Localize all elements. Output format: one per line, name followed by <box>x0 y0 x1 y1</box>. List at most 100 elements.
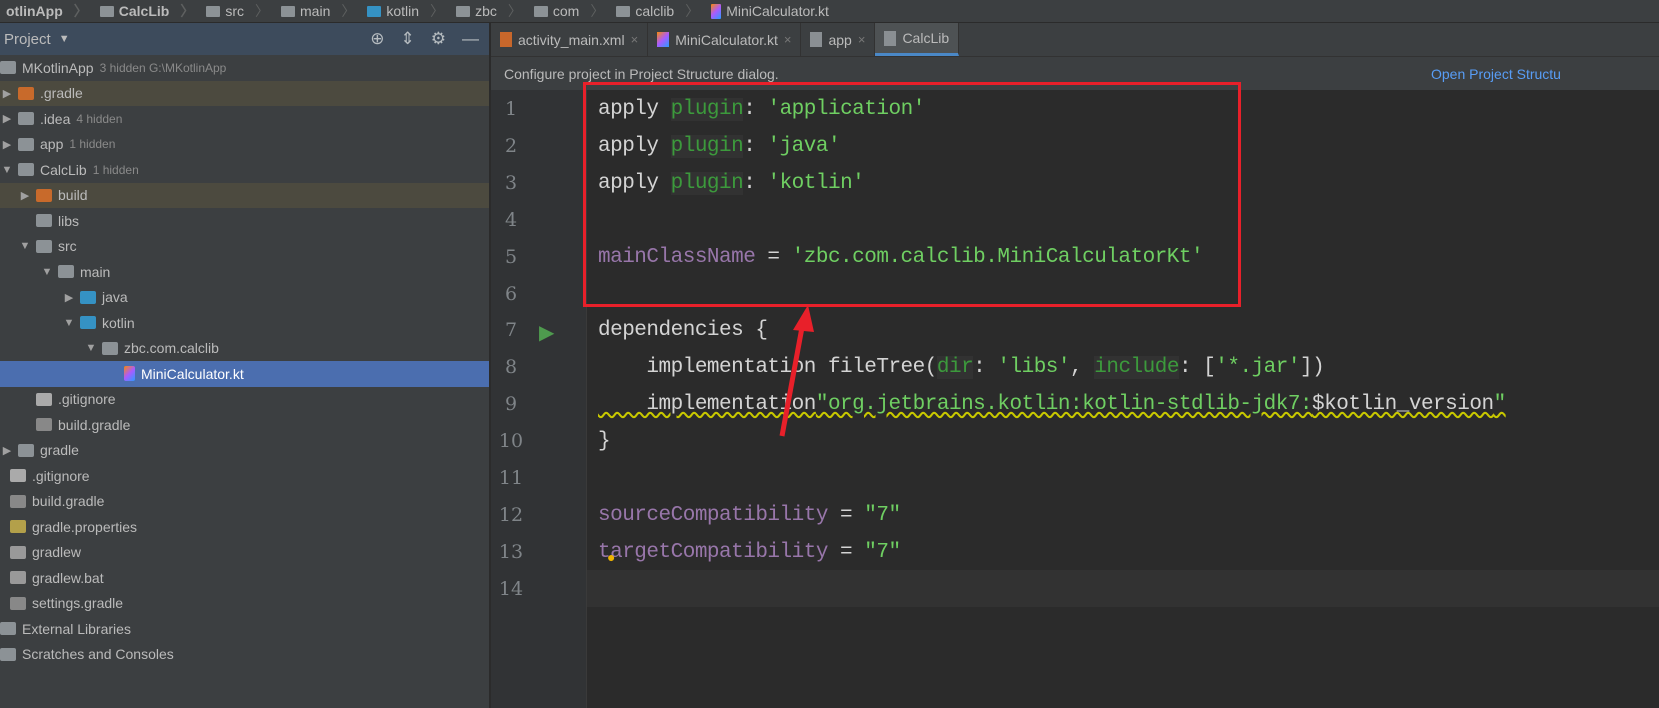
tree-item[interactable]: ▼ CalcLib 1 hidden <box>0 157 489 183</box>
close-icon[interactable]: × <box>631 32 639 47</box>
breadcrumb: otlinApp 〉 CalcLib 〉 src 〉 main 〉 kotlin 〉 zbc 〉 com… <box>0 0 1659 23</box>
tree-item-label: libs <box>58 212 80 229</box>
code-token: dir <box>936 356 974 380</box>
tree-item[interactable]: ▶ .idea 4 hidden <box>0 106 489 132</box>
tree-item-hint: 3 hidden G:\MKotlinApp <box>99 60 227 75</box>
tree-item[interactable]: .gitignore <box>0 387 489 413</box>
tree-item[interactable]: ▼ main <box>0 259 489 285</box>
expand-arrow-icon[interactable]: ▶ <box>0 112 14 125</box>
tree-item-label: zbc.com.calclib <box>124 340 219 357</box>
folder-icon <box>18 443 34 457</box>
folder-icon <box>102 341 118 355</box>
expand-arrow-icon[interactable]: ▼ <box>62 317 76 329</box>
expand-arrow-icon[interactable]: ▼ <box>0 164 14 176</box>
expand-arrow-icon[interactable]: ▼ <box>18 240 32 252</box>
tree-item[interactable]: gradle.properties <box>0 514 489 540</box>
code-line[interactable]: dependencies { <box>598 319 768 342</box>
tree-item[interactable]: Scratches and Consoles <box>0 642 489 668</box>
code-token: implementation fileTree( <box>598 356 937 380</box>
tab-activity_main-xml[interactable]: activity_main.xml × <box>491 23 649 56</box>
bulb-icon[interactable]: ● <box>607 549 615 565</box>
breadcrumb-item[interactable]: MiniCalculator.kt <box>705 3 835 19</box>
tree-item[interactable]: ▼ src <box>0 234 489 260</box>
collapse-all-icon[interactable]: ⇕ <box>401 29 415 49</box>
tree-item[interactable]: MiniCalculator.kt <box>0 361 489 387</box>
tree-item[interactable]: gradlew <box>0 540 489 566</box>
blue-icon <box>80 316 96 330</box>
tree-item[interactable]: ▶ gradle <box>0 438 489 464</box>
code-line[interactable]: implementation"org.jetbrains.kotlin:kotl… <box>598 393 1506 416</box>
tree-item[interactable]: MKotlinApp 3 hidden G:\MKotlinApp <box>0 55 489 81</box>
line-number: 10 <box>498 430 524 453</box>
props-icon <box>10 520 26 534</box>
tree-item-label: gradle.properties <box>32 518 138 535</box>
tree-item[interactable]: build.gradle <box>0 489 489 515</box>
chevron-down-icon[interactable]: ▼ <box>59 33 70 45</box>
project-view-selector[interactable]: Project <box>4 31 51 48</box>
close-icon[interactable]: × <box>858 32 866 47</box>
tab-calclib[interactable]: CalcLib <box>875 23 960 56</box>
code-line[interactable]: implementation fileTree(dir: 'libs', inc… <box>598 356 1325 380</box>
code-token: = <box>827 503 865 527</box>
breadcrumb-item[interactable]: zbc 〉 <box>450 1 528 21</box>
tree-item[interactable]: ▼ kotlin <box>0 310 489 336</box>
breadcrumb-label: src <box>225 3 245 19</box>
tree-item[interactable]: gradlew.bat <box>0 565 489 591</box>
breadcrumb-item[interactable]: calclib 〉 <box>610 1 705 21</box>
gear-icon[interactable]: ⚙ <box>431 29 446 49</box>
chevron-right-icon: 〉 <box>341 3 356 19</box>
line-number: 4 <box>504 208 518 231</box>
code-token: : [ <box>1178 356 1216 380</box>
tree-item[interactable]: ▼ zbc.com.calclib <box>0 336 489 362</box>
expand-arrow-icon[interactable]: ▶ <box>0 87 14 100</box>
locate-icon[interactable]: ⊕ <box>370 29 384 49</box>
expand-arrow-icon[interactable]: ▶ <box>0 444 14 457</box>
expand-arrow-icon[interactable]: ▼ <box>84 342 98 354</box>
folder-icon <box>456 5 471 17</box>
breadcrumb-item[interactable]: main 〉 <box>275 1 361 21</box>
tab-minicalculator-kt[interactable]: MiniCalculator.kt × <box>648 23 802 56</box>
tree-item[interactable]: External Libraries <box>0 616 489 642</box>
expand-arrow-icon[interactable]: ▼ <box>40 266 54 278</box>
tree-item-label: build.gradle <box>58 416 131 433</box>
tree-item[interactable]: ▶ .gradle <box>0 80 489 106</box>
chevron-right-icon: 〉 <box>590 3 605 19</box>
git-icon <box>10 469 26 483</box>
close-icon[interactable]: × <box>784 32 792 47</box>
tab-app[interactable]: app × <box>801 23 876 56</box>
chevron-right-icon: 〉 <box>255 3 270 19</box>
code-line[interactable]: sourceCompatibility = "7" <box>598 504 901 527</box>
code-line[interactable]: targetCompatibility = "7" <box>598 541 901 564</box>
code-token: implementation <box>598 393 816 417</box>
tree-item[interactable]: settings.gradle <box>0 591 489 617</box>
open-project-structure-link[interactable]: Open Project Structu <box>1431 66 1561 82</box>
gutter: 1 2 3 4 5 6 7 8 9 10 11 12 13 14 <box>491 90 587 708</box>
breadcrumb-label: CalcLib <box>118 3 170 19</box>
tree-item[interactable]: ▶ build <box>0 182 489 208</box>
minimize-icon[interactable]: — <box>462 29 479 49</box>
tree-item[interactable]: .gitignore <box>0 463 489 489</box>
code-line[interactable]: } <box>598 430 611 453</box>
line-number: 8 <box>504 356 518 379</box>
breadcrumb-item[interactable]: CalcLib 〉 <box>94 1 201 21</box>
line-number: 12 <box>498 503 524 526</box>
expand-arrow-icon[interactable]: ▶ <box>18 189 32 202</box>
breadcrumb-item[interactable]: otlinApp 〉 <box>0 1 94 21</box>
module-icon <box>0 61 16 75</box>
code-token: 'libs' <box>997 356 1071 380</box>
breadcrumb-label: main <box>300 3 331 19</box>
tree-item[interactable]: libs <box>0 208 489 234</box>
tree-item[interactable]: ▶ app 1 hidden <box>0 132 489 158</box>
tree-item-label: java <box>102 289 128 306</box>
breadcrumb-item[interactable]: kotlin 〉 <box>361 1 450 21</box>
folder-icon <box>99 5 114 17</box>
breadcrumb-item[interactable]: src 〉 <box>200 1 275 21</box>
breadcrumb-item[interactable]: com 〉 <box>528 1 610 21</box>
tree-item[interactable]: build.gradle <box>0 412 489 438</box>
expand-arrow-icon[interactable]: ▶ <box>0 138 14 151</box>
run-icon[interactable]: ▶ <box>539 320 554 345</box>
project-panel-header: Project ▼ ⊕ ⇕ ⚙ — <box>0 23 489 55</box>
expand-arrow-icon[interactable]: ▶ <box>62 291 76 304</box>
tree-item[interactable]: ▶ java <box>0 285 489 311</box>
tree-item-hint: 4 hidden <box>76 111 123 126</box>
